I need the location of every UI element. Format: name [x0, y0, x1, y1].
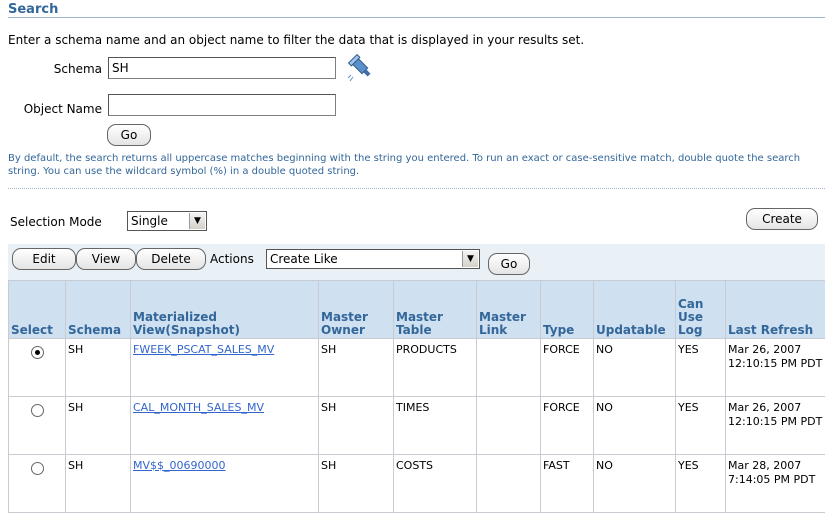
type-cell: FORCE	[540, 338, 594, 397]
selection-mode-select[interactable]: Single ▼	[127, 211, 207, 231]
row-select-radio[interactable]	[30, 404, 44, 417]
selection-mode-label: Selection Mode	[10, 215, 102, 229]
mview-link[interactable]: MV$$_00690000	[133, 459, 226, 472]
header-select: Select	[8, 280, 66, 339]
actions-go-button[interactable]: Go	[488, 253, 530, 275]
schema-label: Schema	[53, 62, 102, 76]
create-button[interactable]: Create	[746, 208, 818, 230]
master-table-cell: TIMES	[393, 396, 477, 455]
table-row: SH CAL_MONTH_SALES_MV SH TIMES FORCE NO …	[8, 396, 825, 455]
owner-cell: SH	[318, 454, 394, 513]
select-cell	[8, 396, 66, 455]
type-cell: FORCE	[540, 396, 594, 455]
header-updatable: Updatable	[593, 280, 676, 339]
header-can-use-log: Can Use Log	[675, 280, 726, 339]
row-select-radio[interactable]	[30, 346, 44, 359]
search-section-title: Search	[8, 2, 825, 18]
can-use-log-cell: YES	[675, 338, 726, 397]
mview-link[interactable]: FWEEK_PSCAT_SALES_MV	[133, 343, 274, 356]
updatable-cell: NO	[593, 454, 676, 513]
edit-button[interactable]: Edit	[12, 248, 76, 270]
table-row: SH MV$$_00690000 SH COSTS FAST NO YES Ma…	[8, 454, 825, 513]
actions-value: Create Like	[270, 252, 338, 266]
can-use-log-cell: YES	[675, 396, 726, 455]
header-type: Type	[540, 280, 594, 339]
mview-cell: MV$$_00690000	[130, 454, 319, 513]
select-cell	[8, 454, 66, 513]
master-table-cell: PRODUCTS	[393, 338, 477, 397]
master-link-cell	[476, 338, 541, 397]
actions-label: Actions	[210, 252, 254, 266]
flashlight-icon[interactable]	[347, 53, 377, 83]
owner-cell: SH	[318, 396, 394, 455]
actions-select[interactable]: Create Like ▼	[266, 249, 480, 269]
updatable-cell: NO	[593, 338, 676, 397]
selection-mode-value: Single	[131, 214, 168, 228]
object-name-input[interactable]	[108, 94, 336, 116]
header-last-refresh: Last Refresh	[725, 280, 825, 339]
owner-cell: SH	[318, 338, 394, 397]
header-master-owner: Master Owner	[318, 280, 394, 339]
row-select-radio[interactable]	[30, 462, 44, 475]
header-master-table: Master Table	[393, 280, 477, 339]
master-link-cell	[476, 396, 541, 455]
table-row: SH FWEEK_PSCAT_SALES_MV SH PRODUCTS FORC…	[8, 338, 825, 397]
last-refresh-cell: Mar 26, 2007 12:10:15 PM PDT	[725, 338, 825, 397]
delete-button[interactable]: Delete	[136, 248, 206, 270]
updatable-cell: NO	[593, 396, 676, 455]
master-link-cell	[476, 454, 541, 513]
view-button[interactable]: View	[76, 248, 136, 270]
divider	[8, 188, 825, 189]
can-use-log-cell: YES	[675, 454, 726, 513]
results-table: Select Schema Materialized View(Snapshot…	[8, 280, 825, 513]
search-go-button[interactable]: Go	[107, 124, 151, 146]
header-master-link: Master Link	[476, 280, 541, 339]
schema-cell: SH	[65, 454, 131, 513]
type-cell: FAST	[540, 454, 594, 513]
search-hint: By default, the search returns all upper…	[8, 153, 801, 177]
schema-cell: SH	[65, 396, 131, 455]
header-schema: Schema	[65, 280, 131, 339]
schema-input[interactable]	[108, 57, 336, 79]
select-cell	[8, 338, 66, 397]
chevron-down-icon[interactable]: ▼	[189, 213, 205, 229]
search-instructions: Enter a schema name and an object name t…	[8, 33, 585, 47]
mview-link[interactable]: CAL_MONTH_SALES_MV	[133, 401, 264, 414]
last-refresh-cell: Mar 28, 2007 7:14:05 PM PDT	[725, 454, 825, 513]
schema-cell: SH	[65, 338, 131, 397]
table-header-row: Select Schema Materialized View(Snapshot…	[8, 280, 825, 339]
master-table-cell: COSTS	[393, 454, 477, 513]
mview-cell: FWEEK_PSCAT_SALES_MV	[130, 338, 319, 397]
last-refresh-cell: Mar 26, 2007 12:10:15 PM PDT	[725, 396, 825, 455]
header-materialized-view: Materialized View(Snapshot)	[130, 280, 319, 339]
chevron-down-icon[interactable]: ▼	[462, 251, 478, 267]
object-name-label: Object Name	[23, 102, 102, 116]
mview-cell: CAL_MONTH_SALES_MV	[130, 396, 319, 455]
